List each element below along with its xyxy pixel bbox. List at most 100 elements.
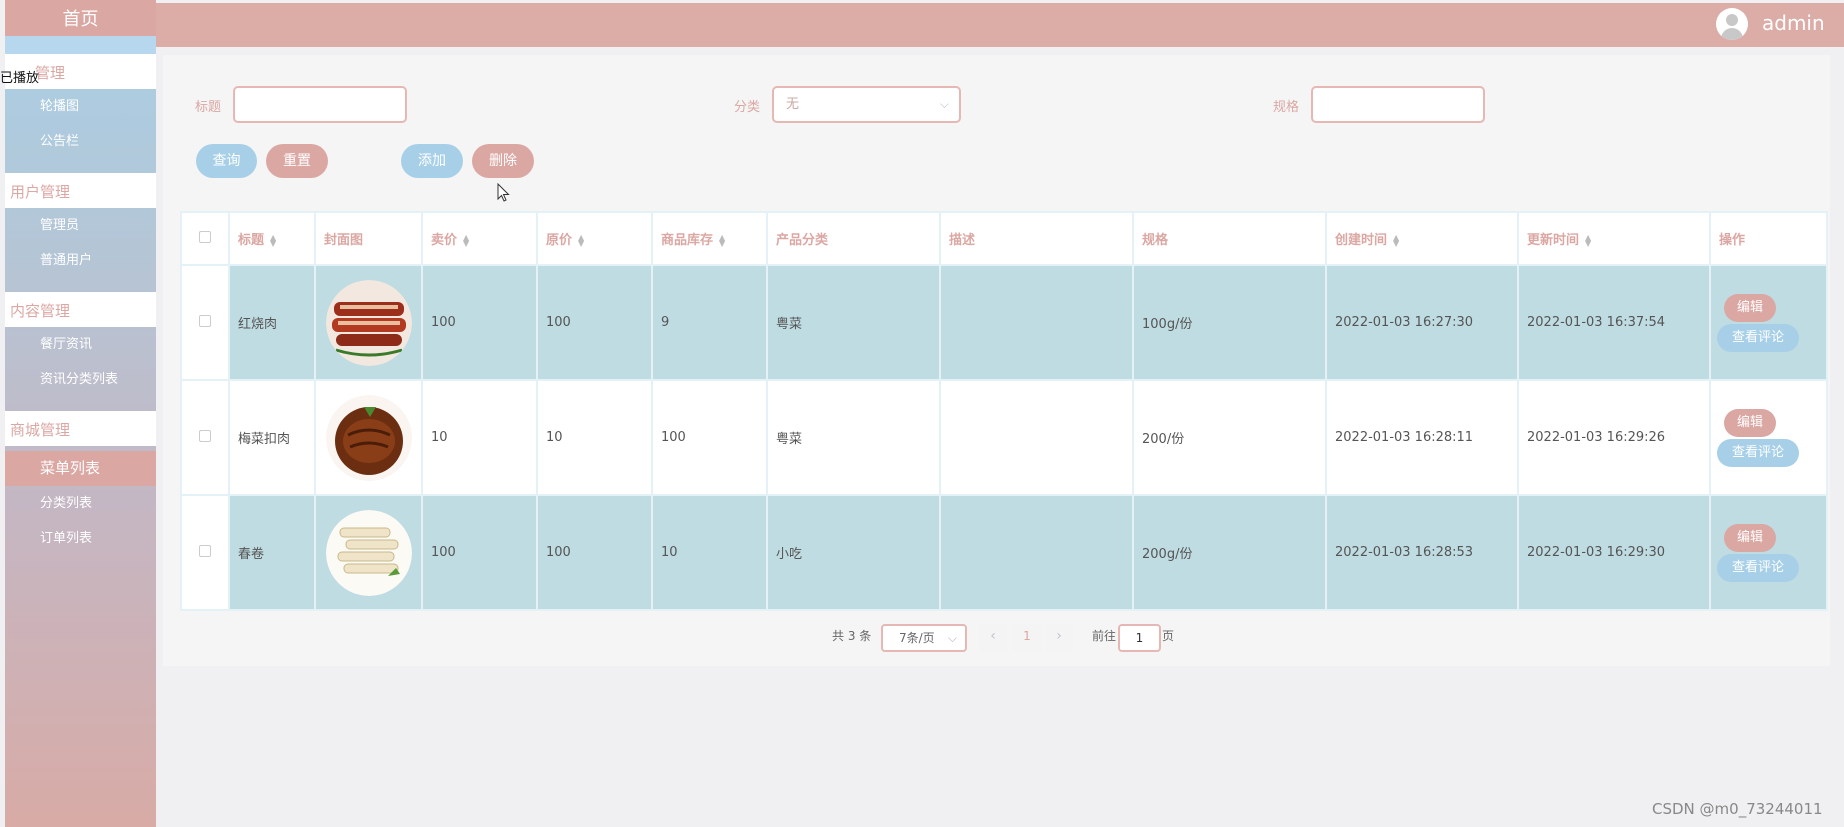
cell-stock: 10 [651, 494, 768, 611]
cell-stock: 9 [651, 264, 768, 381]
edit-button[interactable]: 编辑 [1724, 293, 1776, 322]
row-checkbox[interactable] [199, 314, 211, 327]
row-checkbox[interactable] [199, 544, 211, 557]
page-size-select[interactable]: 7条/页 ⌵ [881, 624, 967, 652]
sort-icon[interactable]: ▲ ▼ [270, 233, 276, 247]
cell-category: 粤菜 [766, 264, 941, 381]
sidebar-item-notice[interactable]: 公告栏 [5, 124, 156, 159]
select-all-checkbox[interactable] [199, 230, 211, 243]
dish-cover-image [325, 279, 412, 366]
sidebar: 首页 已播放 管理 轮播图 公告栏 用户管理 管理员 普通用户 内容管理 餐厅资… [0, 0, 156, 827]
col-updated[interactable]: 更新时间 ▲ ▼ [1517, 211, 1711, 266]
pagination-total: 共 3 条 [832, 629, 872, 643]
sort-icon[interactable]: ▲ ▼ [463, 233, 469, 247]
sidebar-group-shop[interactable]: 商城管理 [5, 411, 156, 446]
select-all-checkbox-cell[interactable] [180, 211, 230, 266]
mouse-cursor-icon [497, 183, 510, 202]
title-filter-input[interactable] [233, 86, 407, 123]
page-suffix-label: 页 [1162, 629, 1175, 643]
cell-orig-price: 10 [536, 379, 653, 496]
sort-icon[interactable]: ▲ ▼ [578, 233, 584, 247]
dish-cover-image [325, 509, 412, 596]
spec-filter-input[interactable] [1311, 86, 1485, 123]
category-filter-label: 分类 [734, 100, 761, 115]
sidebar-item-menu-list[interactable]: 菜单列表 [5, 451, 156, 486]
cell-category: 小吃 [766, 494, 941, 611]
delete-button[interactable]: 删除 [472, 144, 534, 178]
row-checkbox[interactable] [199, 429, 211, 442]
sidebar-item-normal-users[interactable]: 普通用户 [5, 243, 156, 278]
avatar[interactable] [1716, 8, 1748, 40]
table-header-row: 标题 ▲ ▼ 封面图 卖价 ▲ ▼ 原价 ▲ ▼ 商品库存 ▲ ▼ 产品分类 描述 规格 创建时… [180, 211, 1828, 266]
sort-icon[interactable]: ▲ ▼ [1393, 233, 1399, 247]
sidebar-group-label: 管理 [35, 64, 66, 82]
cell-spec: 200/份 [1132, 379, 1327, 496]
table-row: 春卷 100 100 10 小吃 200g/份 2022-01-03 16:28… [180, 494, 1828, 611]
col-desc: 描述 [939, 211, 1134, 266]
view-comments-button[interactable]: 查看评论 [1717, 323, 1799, 352]
sidebar-item-news-categories[interactable]: 资讯分类列表 [5, 362, 156, 397]
col-title[interactable]: 标题 ▲ ▼ [228, 211, 316, 266]
col-cover: 封面图 [314, 211, 423, 266]
cell-created: 2022-01-03 16:28:53 [1325, 494, 1519, 611]
sidebar-group-users[interactable]: 用户管理 [5, 173, 156, 208]
goto-label: 前往 [1092, 629, 1117, 643]
sidebar-home[interactable]: 首页 [5, 0, 156, 36]
view-comments-button[interactable]: 查看评论 [1717, 553, 1799, 582]
table-row: 梅菜扣肉 10 10 100 粤菜 200/份 2022-01-03 16:28… [180, 379, 1828, 496]
cell-orig-price: 100 [536, 494, 653, 611]
prev-page-button[interactable]: ‹ [979, 624, 1007, 652]
edit-button[interactable]: 编辑 [1724, 523, 1776, 552]
add-button[interactable]: 添加 [401, 144, 463, 178]
top-header: admin [156, 3, 1844, 47]
edit-button[interactable]: 编辑 [1724, 408, 1776, 437]
cell-created: 2022-01-03 16:28:11 [1325, 379, 1519, 496]
cell-spec: 200g/份 [1132, 494, 1327, 611]
category-filter-select[interactable]: 无 ⌵ [772, 86, 961, 123]
sidebar-overlay-text: 已播放 [0, 71, 40, 86]
sidebar-group-manage[interactable]: 已播放 管理 [0, 54, 156, 89]
col-stock[interactable]: 商品库存 ▲ ▼ [651, 211, 768, 266]
watermark: CSDN @m0_73244011 [1652, 800, 1823, 818]
col-sell-price[interactable]: 卖价 ▲ ▼ [421, 211, 538, 266]
cell-desc [939, 379, 1134, 496]
cell-title: 春卷 [228, 494, 316, 611]
col-category: 产品分类 [766, 211, 941, 266]
reset-button[interactable]: 重置 [266, 144, 328, 178]
username[interactable]: admin [1762, 11, 1825, 35]
sidebar-item-news[interactable]: 餐厅资讯 [5, 327, 156, 362]
cell-updated: 2022-01-03 16:29:30 [1517, 494, 1711, 611]
page-number-current[interactable]: 1 [1012, 624, 1042, 652]
query-button[interactable]: 查询 [196, 144, 257, 178]
sort-icon[interactable]: ▲ ▼ [1585, 233, 1591, 247]
next-page-button[interactable]: › [1045, 624, 1073, 652]
col-created[interactable]: 创建时间 ▲ ▼ [1325, 211, 1519, 266]
cell-updated: 2022-01-03 16:29:26 [1517, 379, 1711, 496]
cell-category: 粤菜 [766, 379, 941, 496]
col-spec: 规格 [1132, 211, 1327, 266]
sidebar-group-content[interactable]: 内容管理 [5, 292, 156, 327]
view-comments-button[interactable]: 查看评论 [1717, 438, 1799, 467]
cell-orig-price: 100 [536, 264, 653, 381]
table-row: 红烧肉 100 100 9 粤菜 100g/份 2022-01-03 16:27… [180, 264, 1828, 381]
cell-sell-price: 100 [421, 264, 538, 381]
cell-updated: 2022-01-03 16:37:54 [1517, 264, 1711, 381]
cell-title: 红烧肉 [228, 264, 316, 381]
menu-table: 标题 ▲ ▼ 封面图 卖价 ▲ ▼ 原价 ▲ ▼ 商品库存 ▲ ▼ 产品分类 描述 规格 创建时… [180, 211, 1828, 611]
cell-desc [939, 264, 1134, 381]
dish-cover-image [325, 394, 412, 481]
cell-sell-price: 100 [421, 494, 538, 611]
sidebar-item-admins[interactable]: 管理员 [5, 208, 156, 243]
cell-title: 梅菜扣肉 [228, 379, 316, 496]
col-actions: 操作 [1709, 211, 1828, 266]
sidebar-item-category-list[interactable]: 分类列表 [5, 486, 156, 521]
sidebar-item-order-list[interactable]: 订单列表 [5, 521, 156, 556]
col-orig-price[interactable]: 原价 ▲ ▼ [536, 211, 653, 266]
cell-desc [939, 494, 1134, 611]
sort-icon[interactable]: ▲ ▼ [719, 233, 725, 247]
chevron-down-icon: ⌵ [947, 631, 957, 645]
cell-stock: 100 [651, 379, 768, 496]
cell-spec: 100g/份 [1132, 264, 1327, 381]
goto-page-input[interactable]: 1 [1118, 624, 1161, 652]
title-filter-label: 标题 [195, 100, 222, 115]
